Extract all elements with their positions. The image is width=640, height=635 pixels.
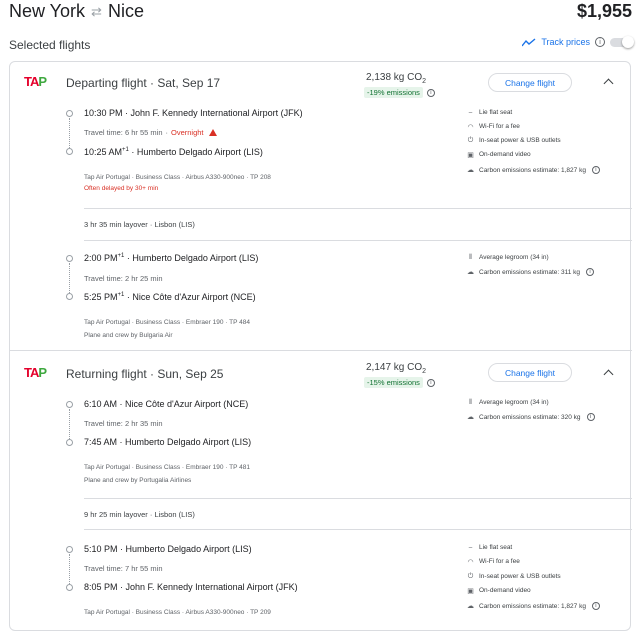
timeline-dot [66, 584, 73, 591]
departing-co2: 2,138 kg CO2 [366, 72, 427, 85]
amenity-wifi: ◠ Wi-Fi for a fee [467, 558, 520, 566]
header: New York ⇄ Nice $1,955 [0, 0, 640, 28]
flight-meta: Tap Air Portugal · Business Class · Airb… [84, 174, 271, 181]
segment-departure: 5:10 PM · Humberto Delgado Airport (LIS) [84, 544, 252, 554]
returning-emissions: -15% emissions i [364, 377, 435, 388]
co2-icon: ☁ [467, 414, 474, 421]
amenity-power: ⏻ In-seat power & USB outlets [467, 572, 561, 581]
amenity-legroom: ⫴ Average legroom (34 in) [466, 253, 549, 262]
info-icon[interactable]: i [426, 88, 435, 97]
info-icon[interactable]: i [586, 413, 595, 421]
returning-co2: 2,147 kg CO2 [366, 362, 427, 375]
chevron-up-icon[interactable] [603, 369, 614, 380]
flight-meta: Tap Air Portugal · Business Class · Embr… [84, 319, 250, 326]
travel-time: Travel time: 7 hr 55 min [84, 564, 163, 573]
operator-note: Plane and crew by Portugalia Airlines [84, 477, 192, 484]
selected-flights-heading: Selected flights [9, 38, 91, 52]
tap-logo-departing: TAP [24, 74, 47, 89]
timeline-dot [66, 110, 73, 117]
timeline-dot [66, 439, 73, 446]
segment-arrival: 10:25 AM+1 · Humberto Delgado Airport (L… [84, 147, 263, 157]
divider [84, 498, 632, 499]
amenity-co2: ☁ Carbon emissions estimate: 320 kg i [466, 413, 595, 421]
info-icon[interactable]: i [595, 37, 605, 47]
amenity-power: ⏻ In-seat power & USB outlets [467, 136, 561, 145]
track-prices[interactable]: Track prices i [522, 35, 634, 48]
timeline-dot [66, 546, 73, 553]
route-title: New York ⇄ Nice [9, 1, 144, 22]
warning-icon [208, 129, 217, 136]
operator-note: Plane and crew by Bulgaria Air [84, 332, 173, 339]
timeline-dot [66, 401, 73, 408]
amenity-co2: ☁ Carbon emissions estimate: 311 kg i [466, 268, 595, 276]
tap-logo-returning: TAP [24, 365, 47, 380]
segment-arrival: 7:45 AM · Humberto Delgado Airport (LIS) [84, 437, 252, 447]
divider [84, 240, 632, 241]
timeline-dot [66, 255, 73, 262]
segment-arrival: 5:25 PM+1 · Nice Côte d'Azur Airport (NC… [84, 292, 256, 302]
layover-info: 3 hr 35 min layover · Lisbon (LIS) [84, 220, 195, 229]
info-icon[interactable]: i [591, 166, 600, 174]
chevron-up-icon[interactable] [603, 78, 614, 89]
amenity-video: ▣ On-demand video [467, 587, 531, 595]
wifi-icon: ◠ [467, 558, 474, 566]
info-icon[interactable]: i [426, 378, 435, 387]
flight-meta: Tap Air Portugal · Business Class · Embr… [84, 464, 250, 471]
amenity-seat: ⎯ Lie flat seat [466, 543, 513, 552]
departing-title: Departing flight · Sat, Sep 17 [66, 76, 221, 90]
amenity-legroom: ⫴ Average legroom (34 in) [466, 398, 549, 407]
co2-icon: ☁ [467, 269, 474, 276]
wifi-icon: ◠ [467, 123, 474, 131]
co2-icon: ☁ [467, 603, 474, 610]
travel-time: Travel time: 2 hr 35 min [84, 419, 163, 428]
plug-icon: ⏻ [467, 136, 474, 144]
timeline-line [69, 263, 70, 293]
timeline-line [69, 118, 70, 148]
trend-icon [522, 37, 536, 46]
seat-icon: ⎯ [468, 108, 473, 116]
legroom-icon: ⫴ [469, 398, 472, 406]
video-icon: ▣ [467, 587, 474, 595]
info-icon[interactable]: i [591, 602, 600, 610]
departing-emissions: -19% emissions i [364, 87, 435, 98]
selected-flights-card: TAP Departing flight · Sat, Sep 17 2,138… [9, 61, 632, 631]
info-icon[interactable]: i [586, 268, 595, 276]
amenity-co2: ☁ Carbon emissions estimate: 1,827 kg i [466, 602, 600, 610]
amenity-wifi: ◠ Wi-Fi for a fee [467, 123, 520, 131]
seat-icon: ⎯ [468, 543, 473, 551]
returning-title: Returning flight · Sun, Sep 25 [66, 367, 224, 381]
change-returning-button[interactable]: Change flight [488, 363, 572, 382]
amenity-video: ▣ On-demand video [467, 151, 531, 159]
origin-city: New York [9, 1, 86, 21]
change-departing-button[interactable]: Change flight [488, 73, 572, 92]
destination-city: Nice [107, 1, 144, 21]
co2-icon: ☁ [467, 167, 474, 174]
segment-departure: 10:30 PM · John F. Kennedy International… [84, 108, 303, 118]
timeline-line [69, 554, 70, 584]
track-prices-toggle[interactable] [610, 35, 634, 48]
timeline-dot [66, 293, 73, 300]
delay-note: Often delayed by 30+ min [84, 185, 159, 192]
track-prices-label: Track prices [541, 37, 590, 47]
video-icon: ▣ [467, 151, 474, 159]
swap-icon[interactable]: ⇄ [91, 4, 102, 20]
legroom-icon: ⫴ [469, 253, 472, 261]
layover-info: 9 hr 25 min layover · Lisbon (LIS) [84, 510, 195, 519]
flight-meta: Tap Air Portugal · Business Class · Airb… [84, 609, 271, 616]
timeline-line [69, 409, 70, 439]
divider [84, 208, 632, 209]
plug-icon: ⏻ [467, 572, 474, 580]
total-price: $1,955 [576, 1, 632, 21]
section-divider [10, 350, 632, 351]
amenity-co2: ☁ Carbon emissions estimate: 1,827 kg i [466, 166, 600, 174]
segment-departure: 2:00 PM+1 · Humberto Delgado Airport (LI… [84, 253, 259, 263]
travel-time: Travel time: 6 hr 55 min · Overnight [84, 128, 217, 137]
divider [84, 529, 632, 530]
amenity-seat: ⎯ Lie flat seat [466, 108, 513, 117]
travel-time: Travel time: 2 hr 25 min [84, 274, 163, 283]
segment-arrival: 8:05 PM · John F. Kennedy International … [84, 582, 298, 592]
timeline-dot [66, 148, 73, 155]
segment-departure: 6:10 AM · Nice Côte d'Azur Airport (NCE) [84, 399, 249, 409]
